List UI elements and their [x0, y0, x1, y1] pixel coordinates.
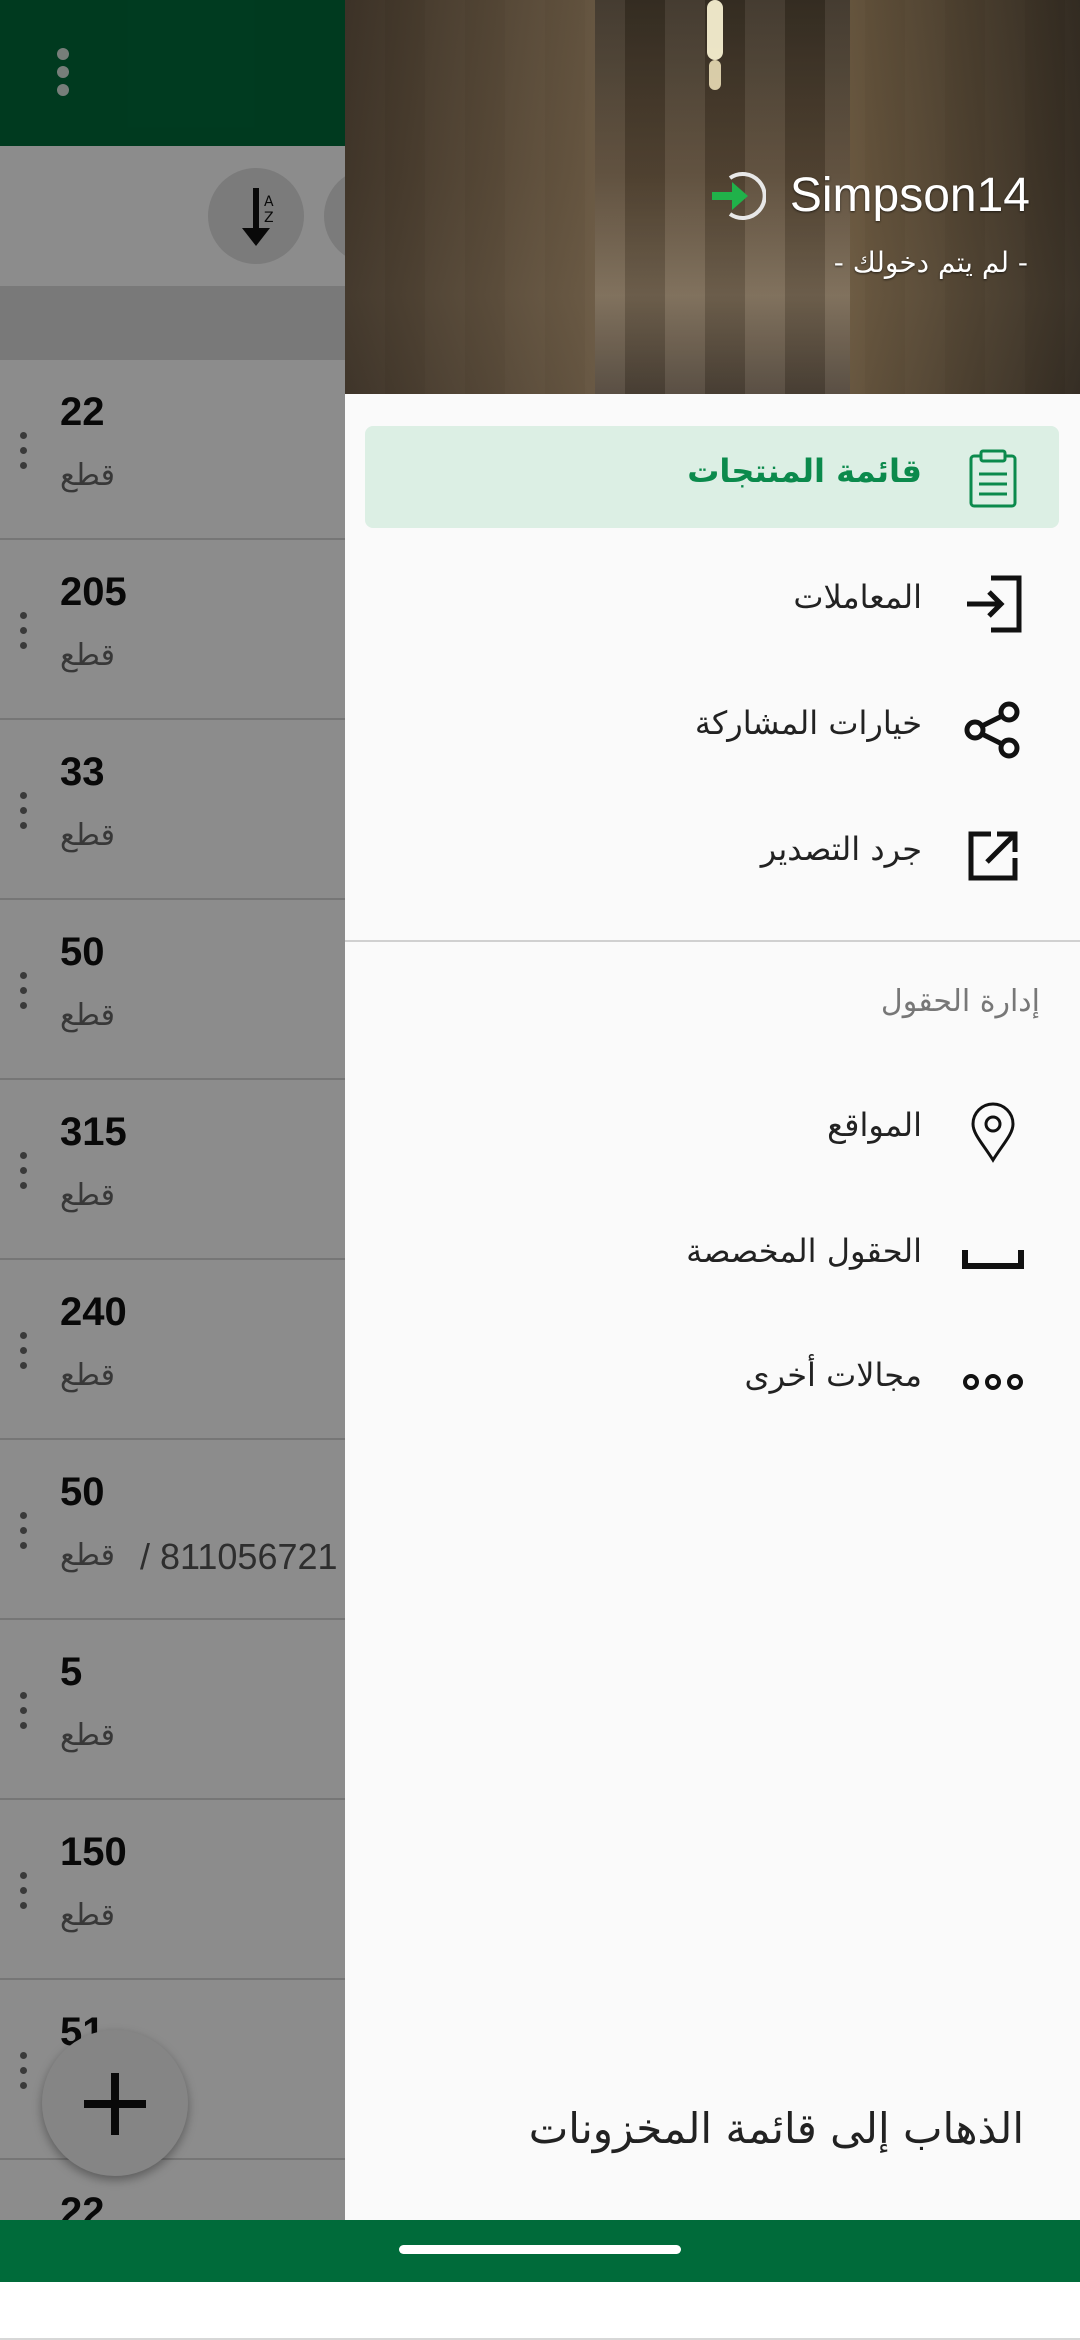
login-status-icon[interactable] — [710, 168, 766, 224]
custom-field-icon — [962, 1250, 1024, 1269]
nav-item-share-options[interactable]: خيارات المشاركة — [365, 678, 1059, 780]
share-icon — [964, 701, 1020, 759]
navigation-drawer: Simpson14 - لم يتم دخولك - قائمة المنتجا… — [345, 0, 1080, 2220]
nav-label: الحقول المخصصة — [686, 1232, 922, 1270]
nav-item-export-inventory[interactable]: جرد التصدير — [365, 804, 1059, 906]
location-pin-icon — [971, 1102, 1015, 1163]
export-icon — [968, 831, 1018, 881]
nav-item-product-list[interactable]: قائمة المنتجات — [365, 426, 1059, 528]
home-gesture-handle[interactable] — [399, 2245, 681, 2254]
drawer-header: Simpson14 - لم يتم دخولك - — [345, 0, 1080, 394]
username: Simpson14 — [789, 169, 1030, 222]
system-navigation-bar — [0, 2220, 1080, 2282]
nav-item-other-fields[interactable]: مجالات أخرى — [365, 1330, 1059, 1432]
nav-label: قائمة المنتجات — [687, 452, 922, 490]
section-title-field-management: إدارة الحقول — [880, 984, 1040, 1019]
drawer-scrim[interactable] — [0, 0, 345, 2220]
nav-label: المعاملات — [793, 578, 922, 616]
go-to-inventories-link[interactable]: الذهاب إلى قائمة المخزونات — [529, 2104, 1024, 2153]
nav-item-locations[interactable]: المواقع — [365, 1080, 1059, 1182]
nav-label: خيارات المشاركة — [694, 704, 922, 742]
nav-label: مجالات أخرى — [744, 1356, 922, 1394]
menu-divider — [345, 940, 1080, 942]
login-arrow-icon — [967, 575, 1022, 633]
more-fields-icon — [963, 1374, 1023, 1390]
clipboard-icon — [969, 449, 1017, 508]
nav-label: المواقع — [827, 1106, 922, 1144]
nav-label: جرد التصدير — [760, 830, 922, 868]
nav-item-custom-fields[interactable]: الحقول المخصصة — [365, 1206, 1059, 1308]
login-status: - لم يتم دخولك - — [833, 246, 1028, 279]
nav-item-transactions[interactable]: المعاملات — [365, 552, 1059, 654]
